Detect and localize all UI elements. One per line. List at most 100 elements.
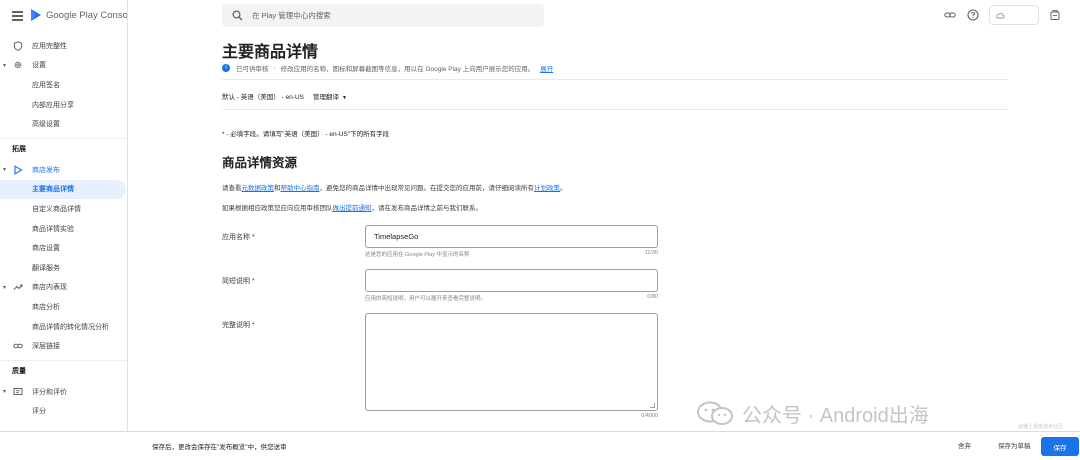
text: 如果根据相应政策您应向应用审核团队 (222, 205, 333, 212)
sidebar-item-app-signing[interactable]: 应用签名 (0, 75, 127, 95)
sidebar-item-conversion-analysis[interactable]: 商品详情的转化情况分析 (0, 317, 127, 337)
watermark-text: 公众号 · Android出海 (742, 404, 929, 427)
sidebar-item-main-listing[interactable]: 主要商品详情 (0, 179, 126, 200)
sidebar-item-label: 内部应用分享 (32, 101, 74, 109)
help-icon[interactable] (966, 8, 980, 22)
chevron-down-icon[interactable]: ▾ (3, 284, 9, 291)
search-icon (232, 10, 243, 21)
bottom-action-bar: 保存后，更改会保存在"发布概览"中，供您送审 舍弃 保存为草稿 保存 (0, 431, 1080, 460)
app-name-input[interactable]: TimelapseGo (365, 225, 658, 248)
sidebar-item-label: 主要商品详情 (32, 186, 74, 194)
wechat-icon (697, 401, 733, 425)
save-draft-button[interactable]: 保存为草稿 (998, 440, 1031, 450)
discard-button[interactable]: 舍弃 (958, 440, 971, 450)
language-bar: 默认 - 英语（美国） - en-US 管理翻译 ▼ (222, 91, 347, 101)
sidebar-item-advanced-settings[interactable]: 高级设置 (0, 114, 127, 134)
sidebar-item-ratings[interactable]: 评分 (0, 402, 127, 422)
search-input[interactable]: 在 Play 管理中心内搜索 (222, 4, 544, 27)
cloud-icon (996, 12, 1005, 19)
chevron-down-icon[interactable]: ▾ (3, 62, 9, 69)
sidebar-item-label: 评分 (32, 408, 46, 416)
sidebar-item-translation-services[interactable]: 翻译服务 (0, 258, 127, 278)
sidebar-section-grow: 拓展 (0, 137, 127, 160)
sidebar-item-internal-sharing[interactable]: 内部应用分享 (0, 95, 127, 115)
advance-notice-link[interactable]: 做出提前通知 (333, 205, 372, 212)
sidebar-item-label: 商店内表现 (32, 284, 67, 292)
account-switcher[interactable] (989, 5, 1039, 25)
sidebar-item-store-presence[interactable]: ▾ 商店发布 (0, 160, 127, 180)
trending-up-icon (12, 282, 23, 293)
sidebar-item-label: 翻译服务 (32, 264, 60, 272)
chevron-down-icon[interactable]: ▾ (3, 166, 9, 173)
app-name-value: TimelapseGo (374, 232, 419, 241)
full-description-textarea[interactable] (365, 313, 658, 411)
notice-paragraph: 如果根据相应政策您应向应用审核团队做出提前通知，请在发布商品详情之前与我们联系。 (222, 202, 482, 212)
sidebar-item-deep-links[interactable]: 深层链接 (0, 336, 127, 356)
chevron-down-icon[interactable]: ▾ (3, 388, 9, 395)
divider (222, 109, 1008, 110)
menu-icon[interactable] (12, 11, 23, 21)
sidebar: Google Play Console 应用完整性 ▾ 设置 应用签名 内部应用… (0, 0, 128, 431)
current-language: 默认 - 英语（美国） - en-US (222, 94, 304, 101)
sidebar-item-label: 商店发布 (32, 166, 60, 174)
save-button[interactable]: 保存 (1041, 437, 1079, 456)
brand-name[interactable]: Google Play Console (46, 10, 127, 21)
sidebar-item-label: 应用签名 (32, 81, 60, 89)
status-state: 已可供审核 (236, 66, 269, 73)
link-icon (12, 341, 23, 352)
watermark: 公众号 · Android出海 (696, 398, 929, 428)
brand-header: Google Play Console (0, 0, 127, 32)
review-icon (12, 386, 23, 397)
app-name-label: 应用名称 * (222, 234, 255, 241)
text: ，请在发布商品详情之前与我们联系。 (371, 205, 483, 212)
sidebar-item-label: 自定义商品详情 (32, 205, 81, 213)
sidebar-item-label: 高级设置 (32, 121, 60, 129)
app-name-hint: 这是您的应用在 Google Play 中显示的名称 (365, 252, 470, 258)
metadata-policy-link[interactable]: 元数据政策 (242, 185, 275, 192)
manage-translations-button[interactable]: 管理翻译 ▼ (313, 91, 347, 101)
sidebar-item-store-analysis[interactable]: 商店分析 (0, 297, 127, 317)
sidebar-nav: 应用完整性 ▾ 设置 应用签名 内部应用分享 高级设置 拓展 ▾ 商店发布 主要… (0, 36, 127, 422)
help-center-link[interactable]: 帮助中心指南 (281, 185, 320, 192)
sidebar-item-label: 设置 (32, 62, 46, 70)
page-title: 主要商品详情 (222, 44, 319, 61)
sidebar-item-store-settings[interactable]: 商店设置 (0, 238, 127, 258)
top-actions (943, 5, 1062, 25)
app-name-counter: 11/30 (644, 250, 658, 256)
required-note: * - 必填字段。请填写"英语（美国） - en-US"下的所有字段 (222, 131, 390, 138)
notifications-icon[interactable] (1048, 8, 1062, 22)
sidebar-item-settings[interactable]: ▾ 设置 (0, 56, 127, 76)
sidebar-item-ratings-reviews[interactable]: ▾ 评分和评价 (0, 382, 127, 402)
store-play-icon (12, 164, 23, 175)
short-description-label: 简短说明 * (222, 278, 255, 285)
divider (222, 79, 1008, 80)
program-policy-link[interactable]: 计划政策 (534, 185, 560, 192)
text: 请查看 (222, 185, 242, 192)
sidebar-item-label: 商店设置 (32, 245, 60, 253)
sidebar-item-label: 评分和评价 (32, 388, 67, 396)
sidebar-item-label: 深层链接 (32, 343, 60, 351)
dropdown-arrow-icon: ▼ (341, 95, 347, 101)
manage-translations-label: 管理翻译 (312, 94, 339, 101)
sidebar-section-quality: 质量 (0, 359, 127, 382)
full-description-counter: 0/4000 (641, 413, 658, 419)
expand-link[interactable]: 展开 (540, 63, 553, 73)
short-description-input[interactable] (365, 269, 658, 292)
short-description-counter: 0/80 (647, 294, 658, 300)
sidebar-item-label: 应用完整性 (32, 42, 67, 50)
sidebar-item-listing-experiments[interactable]: 商品详情实验 (0, 219, 127, 239)
status-text: 修改应用的名称、图标和屏幕截图等信息，用以在 Google Play 上向用户展… (280, 66, 535, 73)
sidebar-item-label: 商店分析 (32, 303, 60, 311)
sidebar-item-custom-listings[interactable]: 自定义商品详情 (0, 199, 127, 219)
section-title: 商品详情资源 (222, 156, 298, 170)
shield-icon (12, 40, 23, 51)
sidebar-item-label: 商品详情实验 (32, 225, 74, 233)
link-icon[interactable] (943, 8, 957, 22)
short-description-hint: 应用的简短说明，用户可以展开来查看完整说明。 (365, 296, 487, 302)
sidebar-item-app-integrity[interactable]: 应用完整性 (0, 36, 127, 56)
resize-handle[interactable] (650, 403, 655, 408)
info-icon: i (222, 64, 230, 72)
sidebar-item-store-performance[interactable]: ▾ 商店内表现 (0, 278, 127, 298)
search-placeholder: 在 Play 管理中心内搜索 (252, 11, 331, 20)
play-console-logo[interactable] (30, 8, 42, 22)
